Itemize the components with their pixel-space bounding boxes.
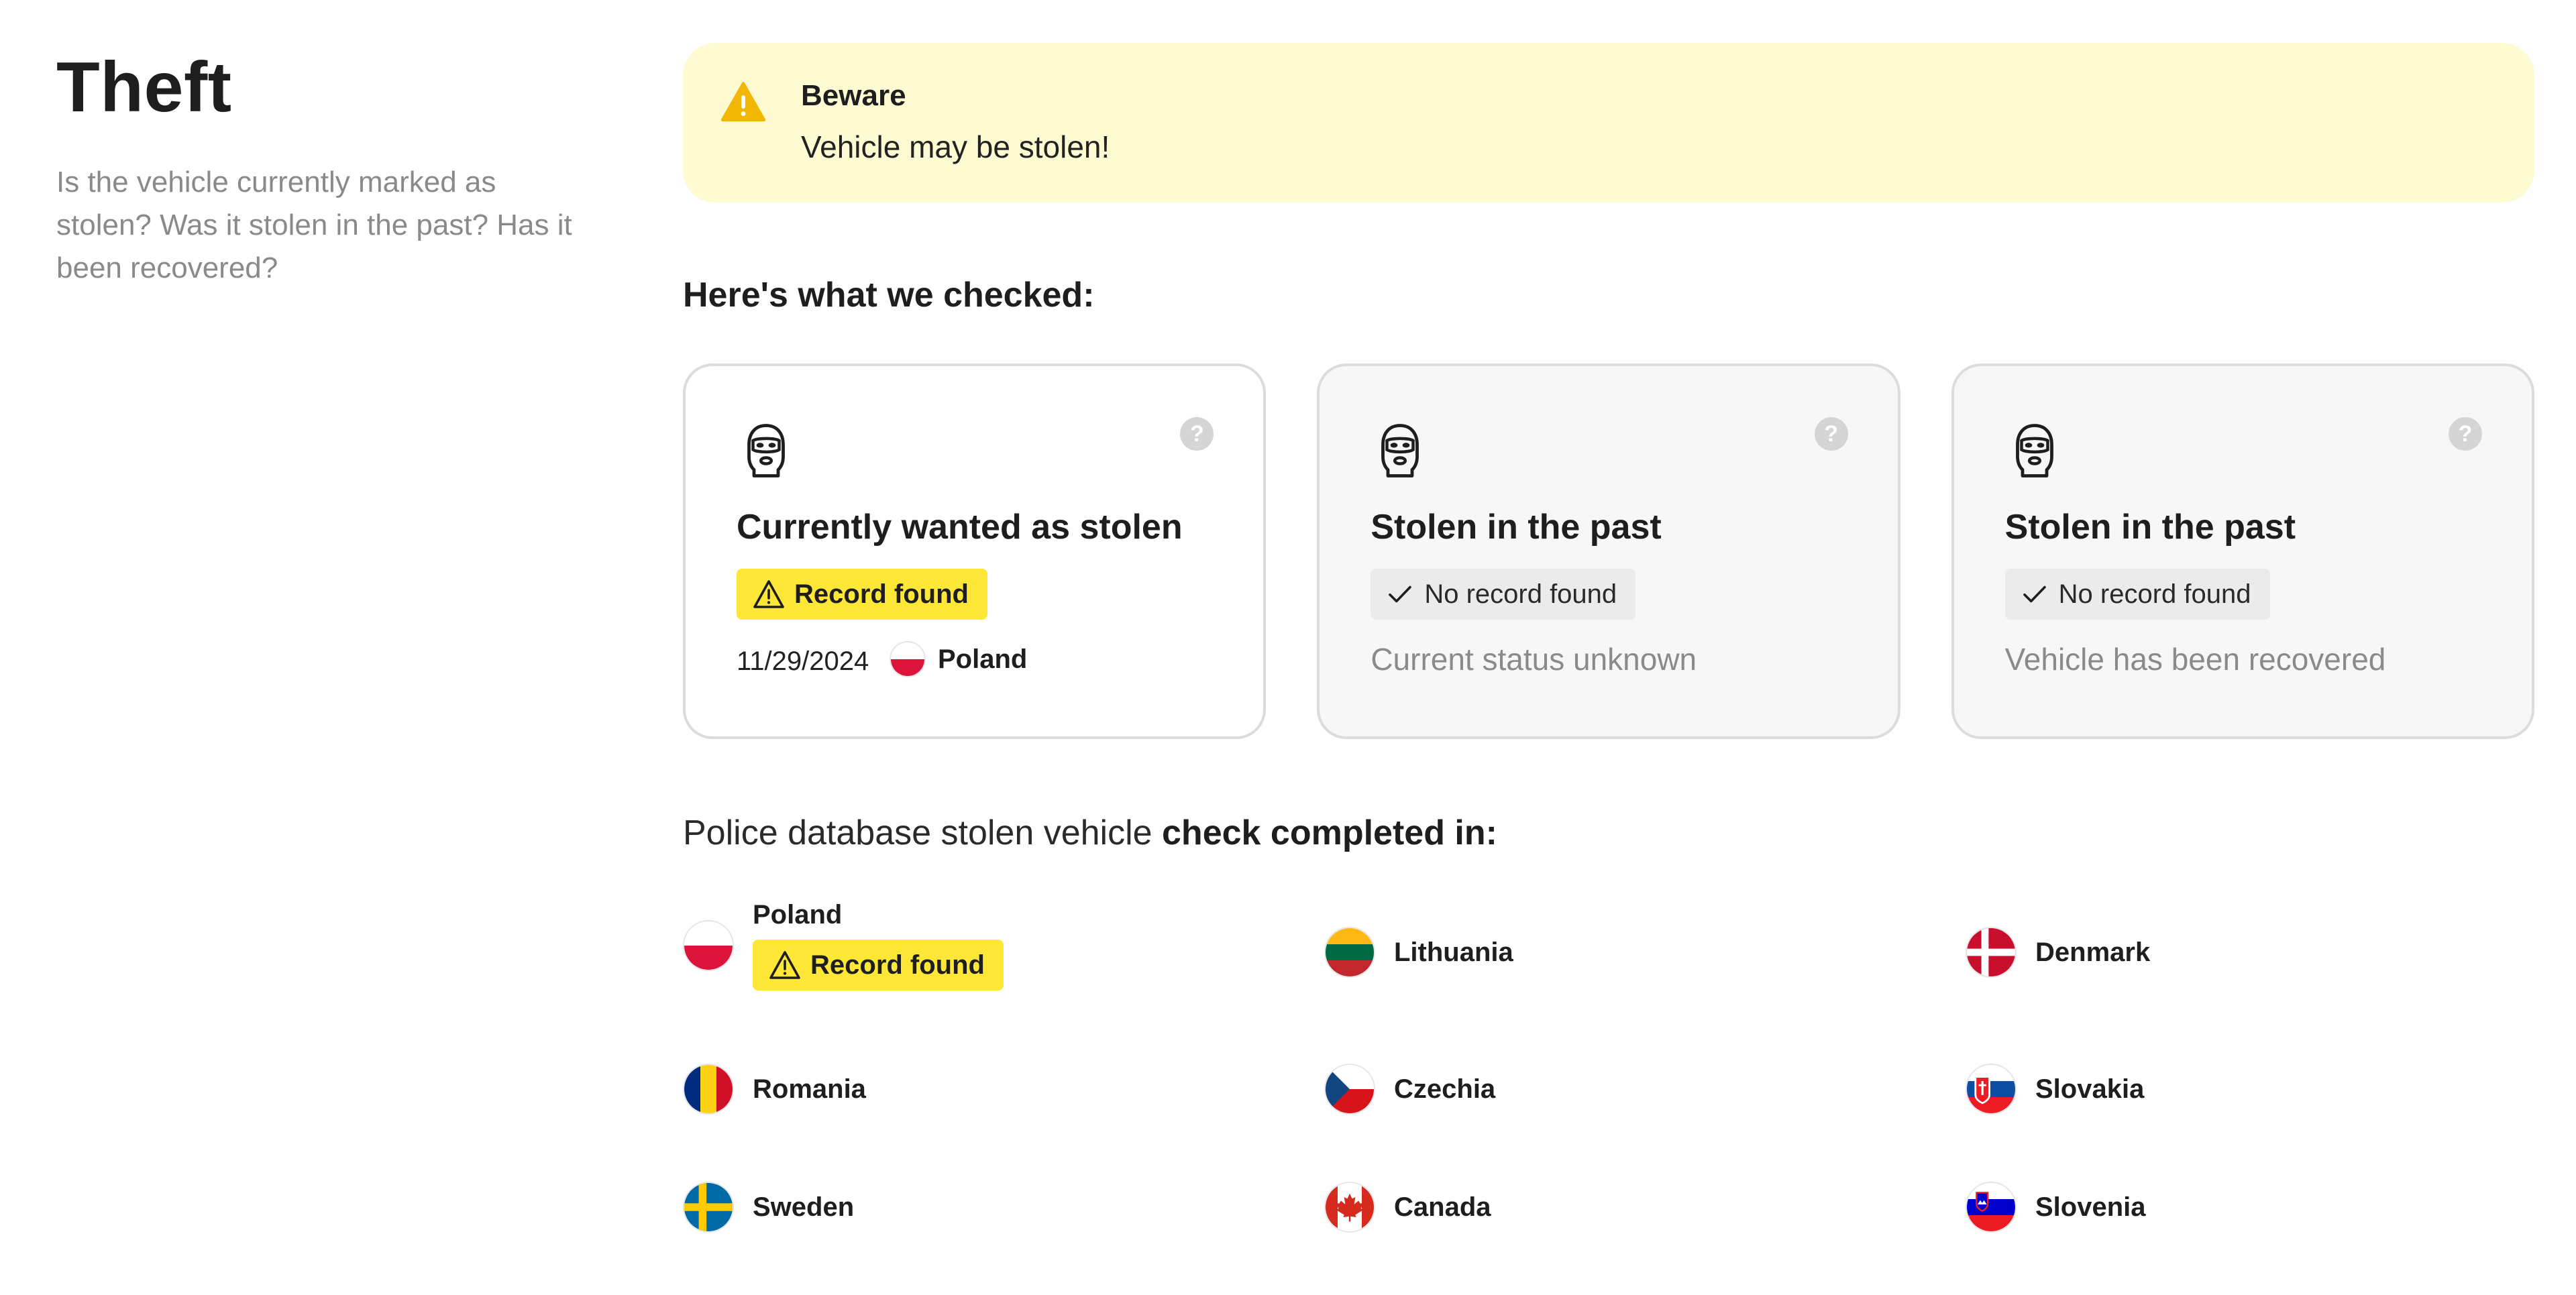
balaclava-icon [1381,424,1419,477]
record-country: Poland [890,641,1027,677]
denmark-flag-icon [1966,927,2017,978]
theft-section: Theft Is the vehicle currently marked as… [0,0,2576,1295]
warning-triangle-icon [769,951,800,979]
lithuania-flag-icon [1324,927,1375,978]
warning-icon [720,82,766,122]
country-name: Poland [753,900,843,930]
beware-alert: Beware Vehicle may be stolen! [683,43,2534,203]
romania-flag-icon [683,1064,734,1115]
country-item-slovenia: Slovenia [1966,1182,2146,1233]
warning-triangle-icon [753,580,784,608]
country-name: Sweden [753,1192,855,1222]
canada-flag-icon [1324,1182,1375,1233]
section-description: Is the vehicle currently marked as stole… [56,165,572,284]
help-icon[interactable]: ? [1814,417,1848,451]
check-card-currently-wanted: ? Currently wanted as stolen Record foun… [683,363,1267,739]
help-icon[interactable]: ? [1180,417,1214,451]
card-title: Stolen in the past [1371,508,1662,547]
section-intro: Theft Is the vehicle currently marked as… [56,47,593,290]
country-name: Slovenia [2035,1192,2146,1222]
poland-flag-icon [683,919,734,971]
card-title: Currently wanted as stolen [737,508,1183,547]
record-found-badge: Record found [753,940,1004,991]
country-item-denmark: Denmark [1966,927,2150,978]
sweden-flag-icon [683,1182,734,1233]
country-name: Romania [753,1074,866,1104]
country-item-romania: Romania [683,1064,866,1115]
alert-title: Beware [801,79,906,112]
country-item-canada: Canada [1324,1182,1491,1233]
check-card-stolen-past-status: ? Stolen in the past No record found Cur… [1317,363,1900,739]
theft-results: Beware Vehicle may be stolen! Here's wha… [683,43,2534,1270]
country-name: Poland [938,644,1028,674]
country-item-slovakia: Slovakia [1966,1064,2144,1115]
no-record-badge: No record found [1371,569,1636,620]
country-item-czechia: Czechia [1324,1064,1495,1115]
badge-label: Record found [810,950,985,980]
alert-message: Vehicle may be stolen! [801,129,1110,164]
country-name: Slovakia [2035,1074,2145,1104]
country-name: Denmark [2035,937,2151,967]
country-name: Czechia [1394,1074,1496,1104]
checked-heading: Here's what we checked: [683,276,1095,315]
slovakia-flag-icon [1966,1064,2017,1115]
checkmark-icon [1389,585,1412,603]
database-heading-bold: check completed in: [1162,813,1497,852]
country-name: Canada [1394,1192,1491,1222]
badge-label: No record found [1424,579,1617,609]
database-check-heading: Police database stolen vehicle check com… [683,813,2534,853]
country-item-sweden: Sweden [683,1182,854,1233]
card-subtext: Vehicle has been recovered [2004,642,2386,677]
database-heading-prefix: Police database stolen vehicle [683,813,1163,852]
slovenia-flag-icon [1966,1182,2017,1233]
record-found-badge: Record found [737,569,987,620]
country-name: Lithuania [1394,937,1513,967]
poland-flag-icon [890,641,926,677]
help-icon[interactable]: ? [2448,417,2482,451]
checkmark-icon [2023,585,2046,603]
country-item-lithuania: Lithuania [1324,927,1513,978]
check-cards: ? Currently wanted as stolen Record foun… [683,363,2534,739]
country-list: Poland Record found Lithuania Denmark Ro… [683,895,2534,1270]
balaclava-icon [747,424,785,477]
page-title: Theft [56,48,232,127]
record-date: 11/29/2024 [737,646,869,676]
badge-label: Record found [794,579,969,609]
check-card-stolen-past-recovered: ? Stolen in the past No record found Veh… [1951,363,2534,739]
card-title: Stolen in the past [2004,508,2296,547]
country-item-poland: Poland Record found [683,900,1004,991]
badge-label: No record found [2058,579,2251,609]
no-record-badge: No record found [2004,569,2270,620]
balaclava-icon [2015,424,2053,477]
card-subtext: Current status unknown [1371,642,1697,677]
czechia-flag-icon [1324,1064,1375,1115]
